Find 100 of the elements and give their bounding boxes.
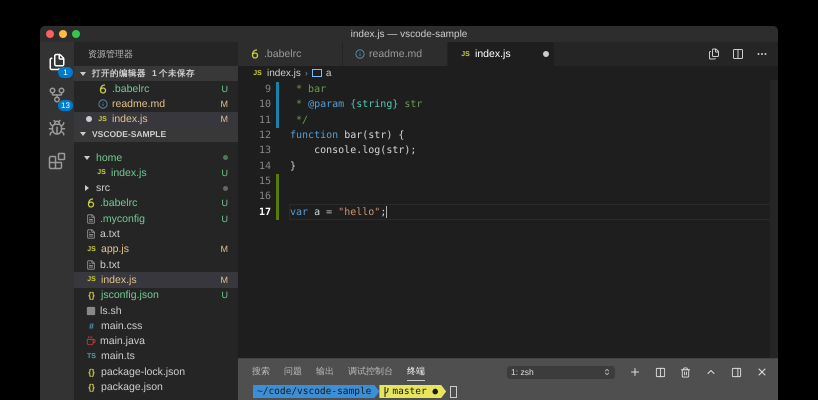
file-type-icon: {} (86, 290, 97, 300)
code-line: } (289, 160, 298, 174)
breadcrumb-separator: › (304, 68, 308, 78)
split-editor-icon[interactable] (732, 48, 744, 60)
info-icon (355, 49, 365, 59)
open-changes-icon[interactable] (708, 48, 720, 60)
java-icon (86, 336, 96, 346)
git-status: M (220, 98, 228, 109)
babel-icon (250, 49, 260, 59)
open-editor-item[interactable]: readme.md M (74, 96, 238, 112)
file-type-icon: {} (86, 382, 97, 392)
file-row[interactable]: main.java (74, 333, 238, 349)
close-light[interactable] (46, 30, 54, 38)
terminal-cursor (450, 386, 458, 398)
file-row[interactable]: a.txt (74, 226, 238, 242)
line-number: 15 (258, 176, 271, 187)
panel-tab[interactable]: 终端 (407, 363, 425, 381)
file-name: index.js (111, 166, 148, 179)
text-file-icon (86, 214, 96, 224)
file-name: ls.sh (100, 304, 123, 316)
git-status: M (220, 114, 228, 124)
unsaved-dot (86, 116, 92, 122)
file-name: .babelrc (112, 82, 150, 95)
babel-icon (86, 198, 96, 208)
line-number: 14 (258, 160, 271, 172)
panel-layout-icon[interactable] (731, 366, 742, 378)
variable-icon (312, 69, 322, 77)
zoom-light[interactable] (72, 30, 80, 38)
file-name: .babelrc (100, 197, 138, 210)
code-line: */ (295, 114, 310, 128)
code-line: function bar(str) { (289, 129, 406, 144)
git-status: U (222, 198, 228, 208)
git-status: U (222, 290, 228, 300)
minimize-light[interactable] (59, 30, 67, 38)
file-name: a.txt (100, 228, 121, 240)
file-name: jsconfig.json (101, 289, 160, 302)
file-name: main.java (100, 335, 146, 348)
babel-icon (98, 84, 108, 94)
git-status: M (220, 244, 228, 254)
file-row[interactable]: b.txt (74, 256, 238, 272)
line-number: 9 (264, 84, 271, 96)
panel-tab[interactable]: 输出 (316, 363, 334, 381)
code-line: * bar (295, 83, 328, 98)
file-row[interactable]: {} jsconfig.json U (74, 288, 238, 303)
close-icon[interactable] (756, 366, 768, 378)
prompt-branch: master ● (379, 385, 446, 398)
line-number: 12 (258, 130, 271, 142)
file-row[interactable]: .babelrc U (74, 196, 238, 212)
file-type-icon: # (86, 320, 97, 331)
panel-tab[interactable]: 调试控制台 (348, 363, 393, 381)
file-row[interactable]: ls.sh (74, 302, 238, 318)
file-name: main.css (101, 320, 144, 332)
file-row[interactable]: {} package.json (74, 379, 238, 395)
unsaved-count: 1 个未保存 (152, 68, 196, 80)
line-number: 17 (258, 206, 271, 218)
line-number: 11 (258, 114, 271, 126)
trash-icon[interactable] (680, 366, 691, 378)
folder-row[interactable]: home (74, 150, 238, 166)
section-header[interactable]: 打开的编辑器 1 个未保存 (74, 66, 238, 81)
file-row[interactable]: {} package-lock.json (74, 364, 238, 380)
editor-tab[interactable]: readme.md (343, 42, 448, 66)
new-terminal-icon[interactable] (629, 366, 641, 378)
shell-file-icon (86, 306, 96, 316)
breadcrumb-symbol[interactable]: a (326, 68, 332, 78)
file-name: readme.md (112, 98, 166, 110)
file-name: package.json (101, 380, 164, 393)
count-badge: 13 (58, 100, 73, 111)
panel-tab[interactable]: 搜索 (252, 363, 270, 381)
editor-tab[interactable]: .babelrc (238, 42, 343, 66)
updown-chevron-icon (603, 368, 611, 376)
file-row[interactable]: .myconfig U (74, 211, 238, 226)
text-file-icon (86, 260, 96, 270)
line-number: 13 (258, 145, 271, 156)
window-title: index.js — vscode-sample (350, 28, 468, 40)
folder-caret-icon (85, 185, 89, 192)
open-editor-item[interactable]: .babelrc U (74, 81, 238, 96)
sidebar-title: 资源管理器 (87, 48, 134, 60)
panel-tab[interactable]: 问题 (284, 363, 302, 381)
file-name: b.txt (100, 258, 121, 271)
file-row[interactable]: # main.css (74, 318, 238, 334)
git-status: U (222, 168, 228, 178)
line-number: 10 (258, 99, 271, 110)
file-name: package-lock.json (101, 366, 186, 378)
breadcrumb-file[interactable]: index.js (267, 68, 301, 78)
terminal-select[interactable]: 1: zsh (507, 366, 615, 378)
code-line: console.log(str); (313, 144, 418, 158)
git-status: U (222, 214, 228, 224)
section-header[interactable]: VSCODE-SAMPLE (74, 126, 238, 142)
text-file-icon (86, 229, 96, 240)
split-terminal-icon[interactable] (655, 366, 666, 378)
file-name: index.js (112, 113, 149, 126)
git-status: U (222, 84, 228, 94)
prompt-path: ~/code/vscode-sample (253, 385, 380, 398)
folder-name: src (96, 182, 111, 194)
unsaved-dot (543, 51, 549, 57)
file-name: main.ts (101, 350, 136, 362)
file-name: .myconfig (100, 212, 146, 225)
code-line: * @param {string} str (295, 98, 424, 112)
file-type-icon: {} (86, 366, 97, 377)
folder-row[interactable]: src (74, 180, 238, 196)
